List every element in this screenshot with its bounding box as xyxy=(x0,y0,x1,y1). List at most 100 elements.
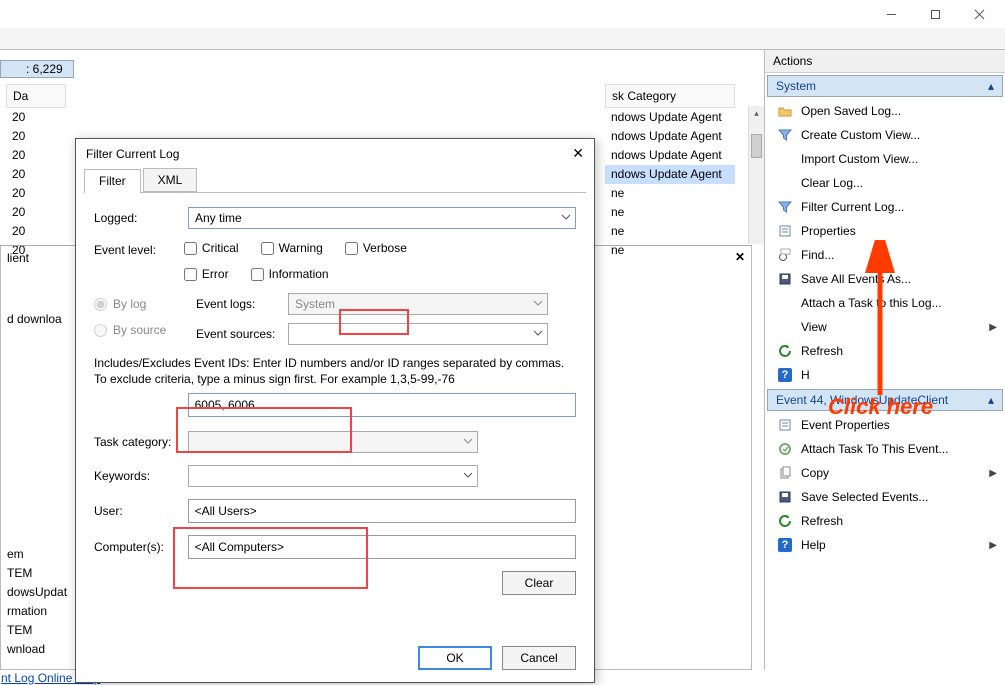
event-sources-label: Event sources: xyxy=(196,327,280,341)
event-id-help-text: Includes/Excludes Event IDs: Enter ID nu… xyxy=(94,355,576,387)
action-event-2[interactable]: Copy ▶ xyxy=(765,461,1005,485)
event-sources-dropdown[interactable] xyxy=(288,323,548,345)
refresh-icon xyxy=(777,513,793,529)
action-event-3[interactable]: Save Selected Events... xyxy=(765,485,1005,509)
chevron-down-icon xyxy=(463,435,473,449)
help-icon: ? xyxy=(777,367,793,383)
find-icon xyxy=(777,247,793,263)
chevron-right-icon: ▶ xyxy=(989,322,997,333)
user-label: User: xyxy=(94,504,180,518)
prop-icon xyxy=(777,417,793,433)
action-label: Find... xyxy=(801,248,834,262)
critical-checkbox[interactable]: Critical xyxy=(184,241,239,255)
dialog-close-button[interactable]: ✕ xyxy=(572,145,584,162)
tab-xml[interactable]: XML xyxy=(143,168,198,192)
action-system-3[interactable]: Clear Log... xyxy=(765,171,1005,195)
action-system-2[interactable]: Import Custom View... xyxy=(765,147,1005,171)
date-column-header[interactable]: Da xyxy=(6,84,66,108)
minimize-button[interactable] xyxy=(869,0,913,28)
action-label: Create Custom View... xyxy=(801,128,920,142)
tab-filter[interactable]: Filter xyxy=(84,169,141,193)
action-system-6[interactable]: Find... xyxy=(765,243,1005,267)
attach-icon xyxy=(777,441,793,457)
verbose-checkbox[interactable]: Verbose xyxy=(345,241,407,255)
user-input[interactable] xyxy=(188,499,576,523)
action-event-1[interactable]: Attach Task To This Event... xyxy=(765,437,1005,461)
logged-label: Logged: xyxy=(94,211,180,225)
action-system-7[interactable]: Save All Events As... xyxy=(765,267,1005,291)
help-icon: ? xyxy=(777,537,793,553)
filter-dialog: Filter Current Log ✕ Filter XML Logged: … xyxy=(75,138,595,683)
window-titlebar xyxy=(0,0,1005,28)
by-source-radio: By source xyxy=(94,323,180,337)
event-count-label: : 6,229 xyxy=(0,60,74,78)
table-row[interactable]: ne xyxy=(605,203,735,222)
actions-section-event[interactable]: Event 44, WindowsUpdateClient▴ xyxy=(767,389,1003,411)
action-label: Open Saved Log... xyxy=(801,104,901,118)
information-checkbox[interactable]: Information xyxy=(251,267,329,281)
table-row[interactable]: ndows Update Agent xyxy=(605,108,735,127)
details-line: wnload xyxy=(7,640,67,659)
blank-icon xyxy=(777,319,793,335)
maximize-button[interactable] xyxy=(913,0,957,28)
details-line: em xyxy=(7,545,67,564)
list-scrollbar[interactable]: ▴ xyxy=(748,106,764,244)
task-category-column: sk Category ndows Update Agentndows Upda… xyxy=(605,84,735,260)
details-close-button[interactable]: ✕ xyxy=(735,250,745,264)
action-system-11[interactable]: ?H xyxy=(765,363,1005,387)
chevron-right-icon: ▶ xyxy=(989,468,997,479)
computers-input[interactable] xyxy=(188,535,576,559)
task-category-label: Task category: xyxy=(94,435,180,449)
action-event-5[interactable]: ?Help▶ xyxy=(765,533,1005,557)
table-row[interactable]: ndows Update Agent xyxy=(605,146,735,165)
table-row[interactable]: ne xyxy=(605,222,735,241)
action-event-4[interactable]: Refresh xyxy=(765,509,1005,533)
chevron-down-icon xyxy=(463,469,473,483)
folder-icon xyxy=(777,103,793,119)
actions-header: Actions xyxy=(765,50,1005,73)
details-line: rmation xyxy=(7,602,67,621)
details-line: dowsUpdat xyxy=(7,583,67,602)
keywords-dropdown[interactable] xyxy=(188,465,478,487)
save-icon xyxy=(777,271,793,287)
computers-label: Computer(s): xyxy=(94,540,180,554)
task-column-header[interactable]: sk Category xyxy=(605,84,735,108)
actions-section-system[interactable]: System▴ xyxy=(767,75,1003,97)
chevron-up-icon: ▴ xyxy=(988,79,994,93)
event-ids-input[interactable] xyxy=(188,393,576,417)
table-row[interactable]: ndows Update Agent xyxy=(605,165,735,184)
close-button[interactable] xyxy=(957,0,1001,28)
error-checkbox[interactable]: Error xyxy=(184,267,229,281)
action-label: Clear Log... xyxy=(801,176,863,190)
action-label: View xyxy=(801,320,827,334)
action-label: Event Properties xyxy=(801,418,890,432)
action-label: Properties xyxy=(801,224,856,238)
blank-icon xyxy=(777,295,793,311)
action-system-0[interactable]: Open Saved Log... xyxy=(765,99,1005,123)
ok-button[interactable]: OK xyxy=(418,646,492,670)
table-row[interactable]: ne xyxy=(605,184,735,203)
action-label: Import Custom View... xyxy=(801,152,918,166)
warning-checkbox[interactable]: Warning xyxy=(261,241,323,255)
chevron-up-icon: ▴ xyxy=(988,393,994,407)
action-system-5[interactable]: Properties xyxy=(765,219,1005,243)
clear-button[interactable]: Clear xyxy=(502,571,576,595)
cancel-button[interactable]: Cancel xyxy=(502,646,576,670)
action-system-1[interactable]: Create Custom View... xyxy=(765,123,1005,147)
logged-dropdown[interactable]: Any time xyxy=(188,207,576,229)
action-label: Refresh xyxy=(801,514,843,528)
action-system-10[interactable]: Refresh xyxy=(765,339,1005,363)
blank-icon xyxy=(777,175,793,191)
action-label: Refresh xyxy=(801,344,843,358)
action-system-9[interactable]: View ▶ xyxy=(765,315,1005,339)
toolbar-strip xyxy=(0,28,1005,50)
table-row[interactable]: ndows Update Agent xyxy=(605,127,735,146)
action-event-0[interactable]: Event Properties xyxy=(765,413,1005,437)
action-label: Help xyxy=(801,538,826,552)
details-fragment: d downloa xyxy=(1,312,68,326)
action-label: Copy xyxy=(801,466,829,480)
save-icon xyxy=(777,489,793,505)
action-system-4[interactable]: Filter Current Log... xyxy=(765,195,1005,219)
action-system-8[interactable]: Attach a Task to this Log... xyxy=(765,291,1005,315)
action-label: Filter Current Log... xyxy=(801,200,904,214)
